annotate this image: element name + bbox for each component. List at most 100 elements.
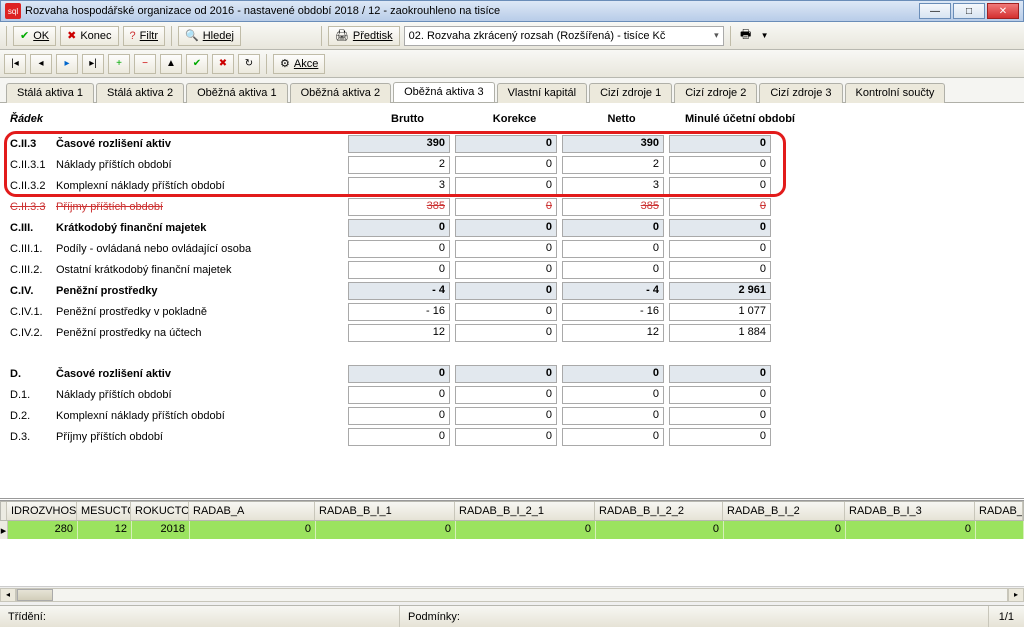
grid-cell[interactable]: 0 — [596, 521, 724, 539]
scroll-thumb[interactable] — [17, 589, 53, 601]
value-cell[interactable]: 0 — [669, 135, 771, 153]
value-cell[interactable]: 0 — [669, 240, 771, 258]
grid-cell[interactable]: 12 — [78, 521, 132, 539]
value-cell[interactable]: 0 — [455, 177, 557, 195]
value-cell[interactable]: 2 — [562, 156, 664, 174]
nav-last[interactable]: ▸| — [82, 54, 104, 74]
predtisk-button[interactable]: 🖨Předtisk — [328, 26, 400, 46]
value-cell[interactable]: 0 — [348, 219, 450, 237]
print-icon[interactable]: 🖶 — [737, 27, 755, 45]
grid-cell[interactable]: 0 — [456, 521, 596, 539]
value-cell[interactable]: 0 — [455, 135, 557, 153]
value-cell[interactable]: - 16 — [562, 303, 664, 321]
restore-button[interactable]: □ — [953, 3, 985, 19]
nav-cancel[interactable]: ✖ — [212, 54, 234, 74]
konec-button[interactable]: ✖Konec — [60, 26, 118, 46]
nav-del[interactable]: − — [134, 54, 156, 74]
tab-stala-aktiva-2[interactable]: Stálá aktiva 2 — [96, 83, 184, 103]
tab-obezna-aktiva-2[interactable]: Oběžná aktiva 2 — [290, 83, 392, 103]
value-cell[interactable]: 1 077 — [669, 303, 771, 321]
value-cell[interactable]: 0 — [455, 261, 557, 279]
value-cell[interactable]: 0 — [562, 428, 664, 446]
value-cell[interactable]: 0 — [455, 365, 557, 383]
value-cell[interactable]: 0 — [348, 407, 450, 425]
tab-cizi-zdroje-3[interactable]: Cizí zdroje 3 — [759, 83, 842, 103]
grid-col-header[interactable]: RADAB_B_I_2 — [723, 502, 845, 520]
tab-cizi-zdroje-1[interactable]: Cizí zdroje 1 — [589, 83, 672, 103]
tab-stala-aktiva-1[interactable]: Stálá aktiva 1 — [6, 83, 94, 103]
value-cell[interactable]: 385 — [562, 198, 664, 216]
grid-cell[interactable]: 0 — [724, 521, 846, 539]
grid-cell[interactable]: 0 — [190, 521, 316, 539]
grid-col-header[interactable]: RADAB_B_I_2_2 — [595, 502, 723, 520]
value-cell[interactable]: 3 — [348, 177, 450, 195]
grid-cell[interactable]: 280 — [8, 521, 78, 539]
nav-prev[interactable]: ◂ — [30, 54, 52, 74]
value-cell[interactable]: 0 — [455, 198, 557, 216]
value-cell[interactable]: 0 — [669, 177, 771, 195]
grid-row[interactable]: ▸ 280122018000000 — [0, 521, 1024, 539]
value-cell[interactable]: 0 — [562, 365, 664, 383]
value-cell[interactable]: 0 — [348, 240, 450, 258]
value-cell[interactable]: 0 — [455, 219, 557, 237]
nav-post[interactable]: ✔ — [186, 54, 208, 74]
value-cell[interactable]: 0 — [455, 386, 557, 404]
value-cell[interactable]: 0 — [455, 407, 557, 425]
dropdown-icon[interactable]: ▼ — [761, 31, 769, 40]
value-cell[interactable]: - 4 — [562, 282, 664, 300]
grid-cell[interactable]: 0 — [316, 521, 456, 539]
value-cell[interactable]: 0 — [348, 261, 450, 279]
hledej-button[interactable]: 🔍Hledej — [178, 26, 241, 46]
ok-button[interactable]: ✔OK — [13, 26, 56, 46]
minimize-button[interactable]: — — [919, 3, 951, 19]
nav-edit[interactable]: ▲ — [160, 54, 182, 74]
grid-col-header[interactable]: RADAB_B_I_1 — [315, 502, 455, 520]
value-cell[interactable]: 0 — [455, 156, 557, 174]
tab-vlastni-kapital[interactable]: Vlastní kapitál — [497, 83, 587, 103]
grid-cell[interactable]: 2018 — [132, 521, 190, 539]
tab-obezna-aktiva-3[interactable]: Oběžná aktiva 3 — [393, 82, 495, 102]
value-cell[interactable]: 0 — [669, 365, 771, 383]
predtisk-combo[interactable]: 02. Rozvaha zkrácený rozsah (Rozšířená) … — [404, 26, 724, 46]
value-cell[interactable]: - 16 — [348, 303, 450, 321]
value-cell[interactable]: 0 — [562, 240, 664, 258]
value-cell[interactable]: 0 — [562, 261, 664, 279]
nav-next[interactable]: ▸ — [56, 54, 78, 74]
value-cell[interactable]: 385 — [348, 198, 450, 216]
value-cell[interactable]: - 4 — [348, 282, 450, 300]
value-cell[interactable]: 2 961 — [669, 282, 771, 300]
grid-col-header[interactable]: RADAB_B_I_3 — [845, 502, 975, 520]
akce-button[interactable]: ⚙Akce — [273, 54, 325, 74]
grid-col-header[interactable]: IDROZVHOSP — [7, 502, 77, 520]
close-button[interactable]: ✕ — [987, 3, 1019, 19]
grid-col-header[interactable]: RADAB_B_I_4 — [975, 502, 1023, 520]
value-cell[interactable]: 0 — [562, 407, 664, 425]
grid-cell[interactable] — [976, 521, 1024, 539]
value-cell[interactable]: 0 — [455, 428, 557, 446]
value-cell[interactable]: 0 — [669, 407, 771, 425]
filtr-button[interactable]: ?Filtr — [123, 26, 165, 46]
value-cell[interactable]: 12 — [348, 324, 450, 342]
grid-col-header[interactable]: RADAB_A — [189, 502, 315, 520]
grid-col-header[interactable]: MESUCTO — [77, 502, 131, 520]
value-cell[interactable]: 0 — [348, 386, 450, 404]
scroll-right[interactable]: ▸ — [1008, 588, 1024, 602]
nav-first[interactable]: |◂ — [4, 54, 26, 74]
grid-col-header[interactable]: RADAB_B_I_2_1 — [455, 502, 595, 520]
value-cell[interactable]: 0 — [455, 324, 557, 342]
horizontal-scrollbar[interactable]: ◂ ▸ — [0, 586, 1024, 602]
value-cell[interactable]: 3 — [562, 177, 664, 195]
tab-cizi-zdroje-2[interactable]: Cizí zdroje 2 — [674, 83, 757, 103]
value-cell[interactable]: 0 — [562, 219, 664, 237]
value-cell[interactable]: 0 — [669, 198, 771, 216]
value-cell[interactable]: 390 — [562, 135, 664, 153]
grid-col-header[interactable]: ROKUCTO — [131, 502, 189, 520]
value-cell[interactable]: 0 — [455, 240, 557, 258]
value-cell[interactable]: 0 — [348, 365, 450, 383]
tab-obezna-aktiva-1[interactable]: Oběžná aktiva 1 — [186, 83, 288, 103]
value-cell[interactable]: 2 — [348, 156, 450, 174]
value-cell[interactable]: 0 — [669, 386, 771, 404]
value-cell[interactable]: 0 — [669, 219, 771, 237]
scroll-left[interactable]: ◂ — [0, 588, 16, 602]
value-cell[interactable]: 0 — [669, 261, 771, 279]
